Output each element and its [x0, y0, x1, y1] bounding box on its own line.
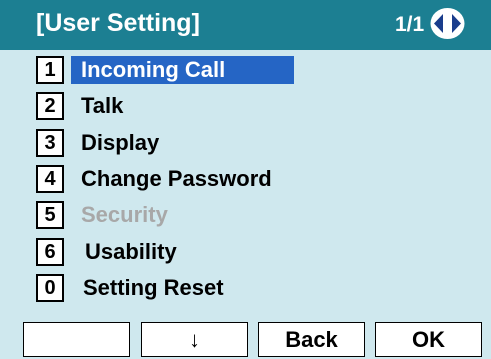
menu-item-number: 1: [36, 56, 64, 84]
menu-item-label: Usability: [85, 239, 177, 264]
menu-item-number: 4: [36, 165, 64, 193]
ok-button[interactable]: OK: [375, 322, 482, 357]
page-title: [User Setting]: [36, 9, 200, 37]
down-arrow-softkey[interactable]: ↓: [141, 322, 248, 357]
menu-item-change-password[interactable]: 4 Change Password: [0, 161, 491, 197]
menu-item-setting-reset[interactable]: 0 Setting Reset: [0, 270, 491, 306]
page-indicator: 1/1: [395, 13, 425, 36]
menu-item-number: 5: [36, 201, 64, 229]
menu-item-number: 2: [36, 92, 64, 120]
phone-display: [User Setting] 1/1 1 Incoming Call 2 Tal…: [0, 0, 491, 359]
softkey-1-button[interactable]: [23, 322, 130, 357]
menu-item-label: Talk: [81, 93, 124, 118]
menu-item-display[interactable]: 3 Display: [0, 125, 491, 161]
menu-item-number: 6: [36, 238, 64, 266]
up-down-arrows-icon: [430, 8, 465, 39]
menu-item-label: Display: [81, 130, 160, 155]
menu-item-label: Incoming Call: [71, 56, 294, 84]
title-bar: [User Setting] 1/1: [0, 0, 491, 50]
menu-item-label: Security: [81, 202, 168, 227]
menu-item-number: 0: [36, 274, 64, 302]
menu-item-label: Change Password: [81, 166, 272, 191]
menu-item-label: Setting Reset: [83, 275, 224, 300]
menu-item-talk[interactable]: 2 Talk: [0, 88, 491, 124]
menu-item-incoming-call[interactable]: 1 Incoming Call: [0, 52, 491, 88]
menu-item-security: 5 Security: [0, 197, 491, 233]
softkey-bar: ↓ Back OK: [0, 322, 491, 359]
back-button[interactable]: Back: [258, 322, 365, 357]
menu-item-number: 3: [36, 129, 64, 157]
menu-item-usability[interactable]: 6 Usability: [0, 234, 491, 270]
